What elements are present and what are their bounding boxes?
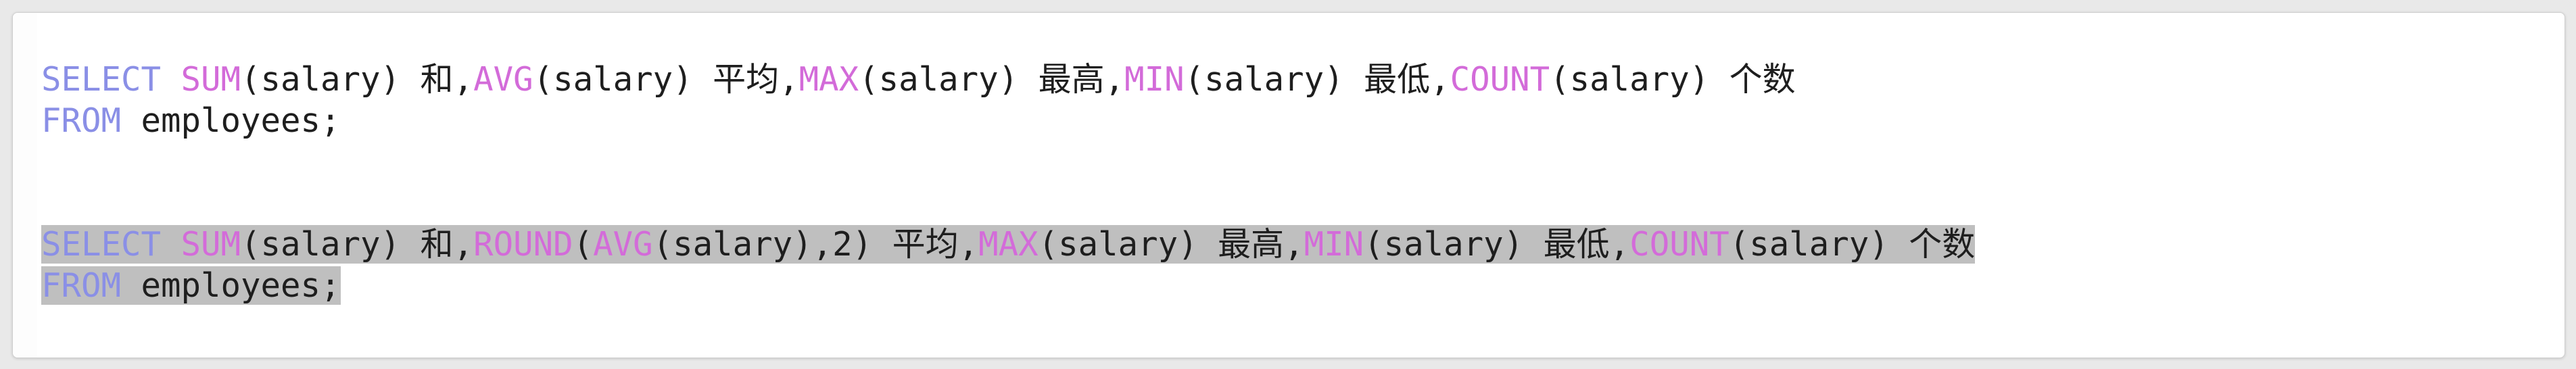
code-line[interactable]: FROM employees; — [41, 265, 2551, 306]
code-text: (salary) 个数 — [1550, 60, 1796, 99]
code-text: employees; — [121, 101, 341, 140]
code-text: employees; — [121, 266, 341, 305]
sql-function: MAX — [798, 60, 859, 99]
code-area[interactable]: SELECT SUM(salary) 和,AVG(salary) 平均,MAX(… — [41, 59, 2551, 306]
code-text: (salary) 最高, — [1038, 225, 1304, 264]
code-text: (salary) 和, — [241, 60, 474, 99]
code-text: ( — [573, 225, 594, 264]
sql-editor[interactable]: SELECT SUM(salary) 和,AVG(salary) 平均,MAX(… — [12, 12, 2565, 358]
code-text: (salary) 最低, — [1184, 60, 1450, 99]
editor-gutter — [13, 13, 37, 358]
sql-keyword: FROM — [41, 101, 122, 140]
code-line[interactable]: SELECT SUM(salary) 和,AVG(salary) 平均,MAX(… — [41, 59, 2551, 100]
line-text: SELECT SUM(salary) 和,AVG(salary) 平均,MAX(… — [41, 60, 1796, 99]
sql-function: COUNT — [1450, 60, 1550, 99]
selected-text: FROM employees; — [41, 266, 341, 305]
sql-function: MIN — [1304, 225, 1364, 264]
sql-function: SUM — [181, 225, 241, 264]
sql-keyword: SELECT — [41, 225, 162, 264]
sql-function: AVG — [473, 60, 533, 99]
sql-function: ROUND — [473, 225, 573, 264]
code-text: (salary) 个数 — [1729, 225, 1976, 264]
code-text: (salary) 最高, — [859, 60, 1125, 99]
line-text: FROM employees; — [41, 101, 341, 140]
code-text: (salary) 和, — [241, 225, 474, 264]
sql-function: MAX — [978, 225, 1039, 264]
sql-keyword: FROM — [41, 266, 122, 305]
code-text: (salary) 最低, — [1364, 225, 1630, 264]
selected-text: SELECT SUM(salary) 和,ROUND(AVG(salary),2… — [41, 225, 1976, 264]
code-line[interactable]: FROM employees; — [41, 100, 2551, 141]
code-line[interactable] — [41, 141, 2551, 224]
sql-function: MIN — [1124, 60, 1185, 99]
code-line[interactable]: SELECT SUM(salary) 和,ROUND(AVG(salary),2… — [41, 224, 2551, 265]
sql-function: SUM — [181, 60, 241, 99]
code-text: (salary),2) 平均, — [652, 225, 979, 264]
sql-function: COUNT — [1629, 225, 1730, 264]
code-text: (salary) 平均, — [533, 60, 799, 99]
sql-keyword: SELECT — [41, 60, 162, 99]
sql-function: AVG — [593, 225, 653, 264]
